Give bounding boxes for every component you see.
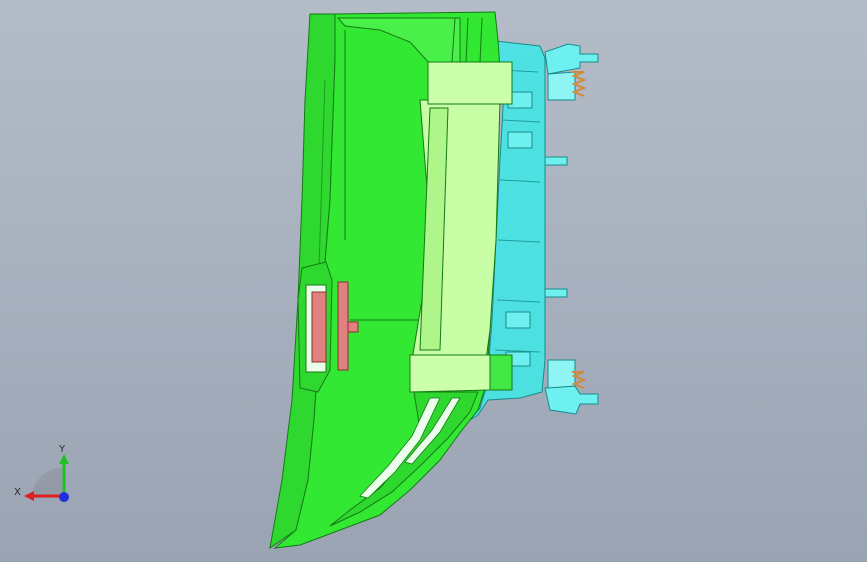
- y-axis-label: Y: [58, 444, 66, 455]
- red-clip-tab[interactable]: [337, 281, 349, 371]
- graphics-viewport[interactable]: Y X: [0, 0, 867, 562]
- x-axis-label: X: [14, 487, 21, 498]
- red-clip[interactable]: [311, 291, 327, 363]
- y-arrowhead: [59, 454, 69, 464]
- x-arrowhead: [24, 491, 34, 501]
- orientation-triad[interactable]: Y X: [12, 440, 82, 510]
- top-spring[interactable]: [571, 71, 587, 97]
- z-axis: [59, 492, 69, 502]
- triad-plane: [32, 468, 62, 498]
- 3d-model-view[interactable]: [0, 0, 867, 562]
